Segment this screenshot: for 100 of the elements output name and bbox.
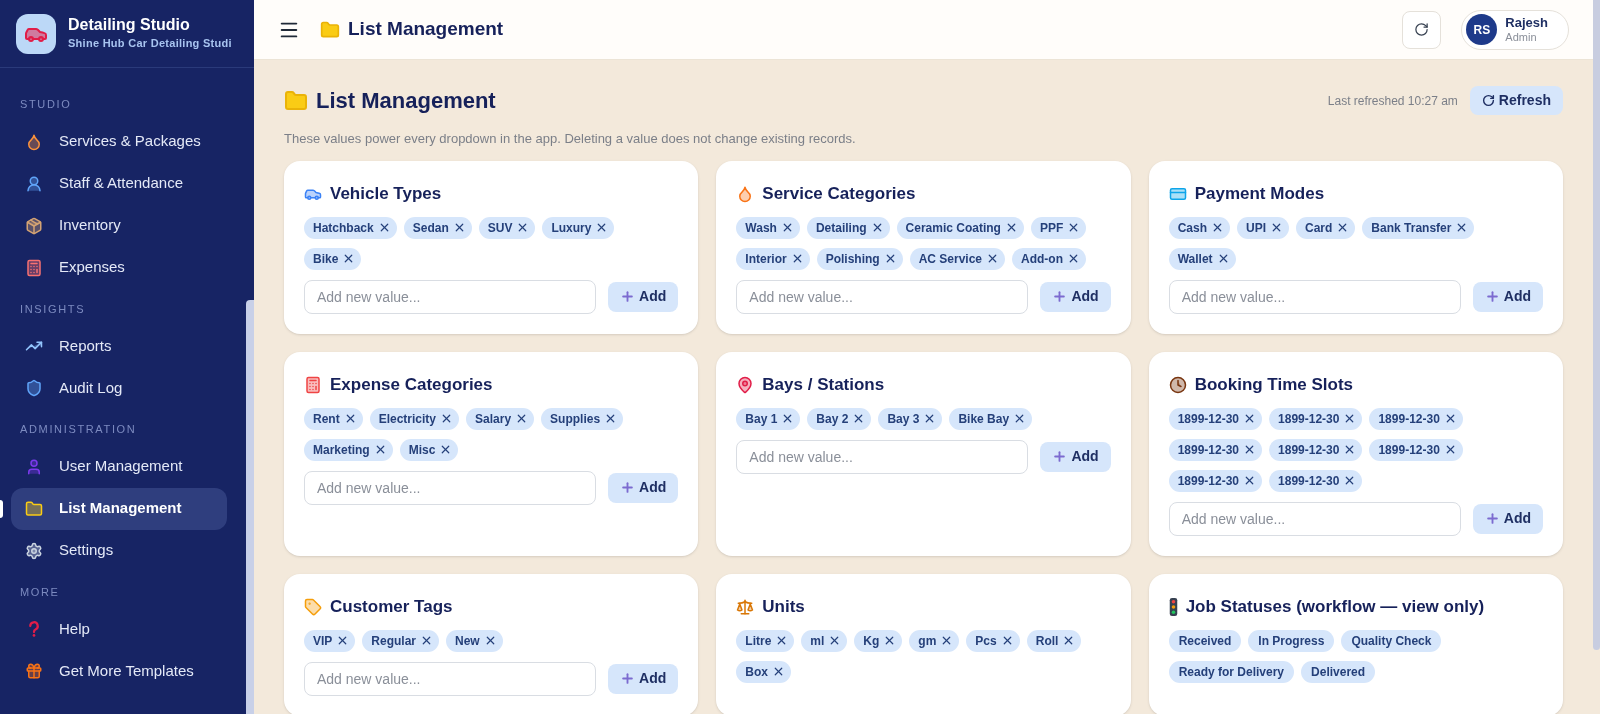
clock-icon bbox=[1168, 375, 1187, 394]
card-title: Customer Tags bbox=[330, 595, 453, 618]
plus-icon bbox=[620, 480, 636, 495]
card-title: Service Categories bbox=[762, 182, 916, 205]
value-chip: 1899-12-30 bbox=[1168, 469, 1263, 492]
value-chip: Supplies bbox=[541, 407, 624, 430]
last-refreshed: Last refreshed 10:27 am bbox=[1327, 92, 1458, 110]
plus-icon bbox=[620, 289, 636, 304]
package-icon bbox=[25, 216, 43, 235]
value-chip: Kg bbox=[854, 629, 903, 652]
value-chip: UPI bbox=[1237, 216, 1289, 239]
value-chip: 1899-12-30 bbox=[1269, 407, 1363, 430]
value-chip: Marketing bbox=[304, 438, 393, 461]
value-chip: Rent bbox=[304, 407, 363, 430]
folder-icon bbox=[320, 19, 340, 40]
remove-icon[interactable] bbox=[772, 665, 785, 678]
input-field[interactable]: Add new value... bbox=[304, 470, 597, 505]
value-chip: Litre bbox=[736, 629, 795, 652]
add-button[interactable]: Add bbox=[1040, 441, 1111, 472]
add-button[interactable]: Add bbox=[1040, 281, 1111, 312]
value-chip: Interior bbox=[736, 247, 810, 270]
value-chip: Bike Bay bbox=[949, 407, 1033, 430]
user-role: Admin bbox=[1505, 30, 1538, 44]
folder-icon bbox=[284, 88, 308, 113]
remove-icon[interactable] bbox=[1211, 221, 1224, 234]
value-chip: Bike bbox=[304, 247, 362, 270]
input-field[interactable]: Add new value... bbox=[304, 279, 597, 314]
input-field[interactable]: Add new value... bbox=[304, 661, 597, 696]
value-chip: Ceramic Coating bbox=[896, 216, 1024, 239]
section-heading: INSIGHTS bbox=[19, 301, 87, 317]
nav-item[interactable]: Settings bbox=[11, 529, 227, 572]
section-heading: ADMINISTRATION bbox=[19, 422, 138, 437]
nav-item[interactable]: User Management bbox=[11, 445, 227, 488]
add-button[interactable]: Add bbox=[608, 472, 679, 503]
nav-item[interactable]: Help bbox=[11, 608, 227, 650]
add-button[interactable]: Add bbox=[608, 281, 679, 312]
user-name: Rajesh bbox=[1505, 15, 1548, 30]
nav-item[interactable]: Audit Log bbox=[11, 367, 227, 409]
brand-title: Detailing Studio bbox=[68, 15, 191, 36]
nav-item[interactable]: Get More Templates bbox=[11, 650, 227, 692]
plus-icon bbox=[1052, 289, 1068, 304]
gift-icon bbox=[25, 662, 43, 680]
card-title: Job Statuses (workflow — view only) bbox=[1185, 595, 1485, 618]
plus-icon bbox=[1484, 511, 1500, 526]
nav-item[interactable]: List Management bbox=[11, 487, 227, 530]
value-chip: ml bbox=[801, 629, 848, 652]
add-button[interactable]: Add bbox=[608, 663, 679, 694]
value-chip: 1899-12-30 bbox=[1168, 407, 1263, 430]
value-chip: Electricity bbox=[369, 407, 460, 430]
value-chip: Roll bbox=[1026, 629, 1082, 652]
settings-icon bbox=[25, 541, 43, 560]
droplet-icon bbox=[25, 132, 43, 151]
card-title: Booking Time Slots bbox=[1194, 373, 1354, 396]
refresh-icon bbox=[1481, 94, 1495, 107]
value-chip: Wash bbox=[736, 216, 800, 239]
value-chip: VIP bbox=[304, 629, 356, 652]
traffic-light-icon bbox=[1168, 597, 1178, 616]
value-chip: Box bbox=[736, 660, 791, 683]
reload-button[interactable] bbox=[1402, 10, 1442, 49]
add-button[interactable]: Add bbox=[1472, 281, 1543, 312]
value-chip: Salary bbox=[466, 407, 535, 430]
nav-item[interactable]: Services & Packages bbox=[11, 120, 227, 163]
status-chip: Received bbox=[1168, 629, 1242, 652]
value-chip: Misc bbox=[399, 438, 459, 461]
value-chip: 1899-12-30 bbox=[1369, 407, 1463, 430]
status-chip: Quality Check bbox=[1341, 629, 1442, 652]
status-chip: Ready for Delivery bbox=[1168, 660, 1295, 683]
add-button[interactable]: Add bbox=[1472, 503, 1543, 534]
avatar: RS bbox=[1466, 14, 1498, 45]
refresh-button[interactable]: Refresh bbox=[1469, 86, 1563, 115]
card-title: Vehicle Types bbox=[330, 182, 442, 205]
value-chip: 1899-12-30 bbox=[1369, 438, 1463, 461]
user-icon bbox=[25, 457, 43, 476]
calculator-icon bbox=[25, 258, 43, 277]
calculator-icon bbox=[304, 375, 322, 394]
brand-subtitle: Shine Hub Car Detailing Studi bbox=[68, 36, 232, 52]
value-chip: PPF bbox=[1030, 216, 1087, 239]
card-title: Expense Categories bbox=[330, 373, 493, 396]
page-description: These values power every dropdown in the app. Deleting a value does not change existing records. bbox=[284, 130, 857, 148]
person-icon bbox=[25, 174, 43, 193]
value-chip: Polishing bbox=[816, 247, 903, 270]
user-chip[interactable]: RS Rajesh Admin bbox=[1461, 9, 1569, 50]
value-chip: Sedan bbox=[403, 216, 472, 239]
value-chip: Hatchback bbox=[304, 216, 397, 239]
nav-item[interactable]: Inventory bbox=[11, 204, 227, 247]
value-chip: Detailing bbox=[806, 216, 890, 239]
nav-item[interactable]: Staff & Attendance bbox=[11, 162, 227, 205]
plus-icon bbox=[1052, 449, 1068, 464]
folder-icon bbox=[25, 499, 43, 518]
input-field[interactable]: Add new value... bbox=[1168, 279, 1461, 314]
nav-item[interactable]: Expenses bbox=[11, 246, 227, 289]
input-field[interactable]: Add new value... bbox=[736, 279, 1029, 314]
nav-item[interactable]: Reports bbox=[11, 325, 227, 367]
input-field[interactable]: Add new value... bbox=[736, 439, 1029, 474]
value-chip: Add-on bbox=[1012, 247, 1087, 270]
value-chip: 1899-12-30 bbox=[1269, 438, 1363, 461]
remove-icon[interactable] bbox=[1270, 221, 1283, 234]
value-chip: Cash bbox=[1168, 216, 1230, 239]
value-chip: New bbox=[446, 629, 503, 652]
input-field[interactable]: Add new value... bbox=[1168, 501, 1461, 536]
